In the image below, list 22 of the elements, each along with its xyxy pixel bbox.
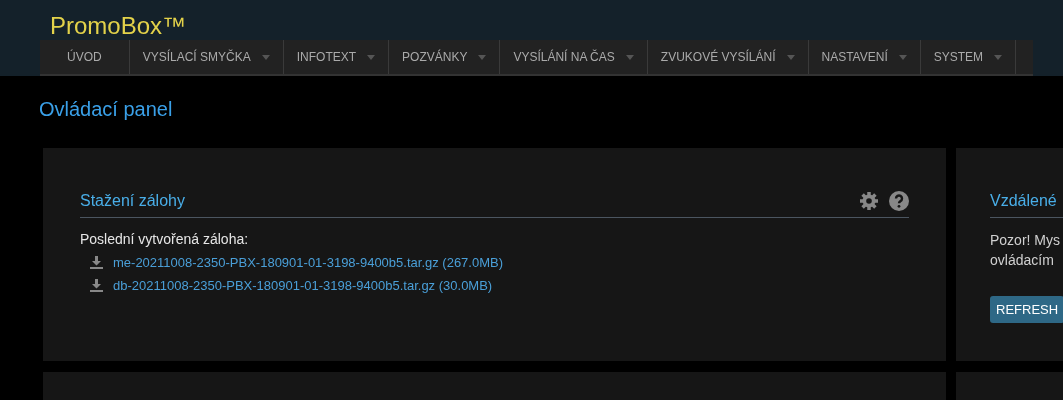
warning-text: Pozor! Mys bbox=[990, 231, 1060, 250]
nav-item[interactable]: VYSÍLACÍ SMYČKA bbox=[129, 40, 284, 74]
nav-item[interactable]: SYSTEM bbox=[920, 40, 1017, 74]
nav-item[interactable]: NASTAVENÍ bbox=[808, 40, 921, 74]
nav-item[interactable]: ÚVOD bbox=[40, 40, 130, 74]
download-icon bbox=[90, 279, 103, 292]
help-icon[interactable] bbox=[889, 190, 909, 211]
download-icon bbox=[90, 256, 103, 269]
card-title: Vzdálené bbox=[990, 191, 1058, 210]
nav-item[interactable]: VYSÍLÁNÍ NA ČAS bbox=[500, 40, 648, 74]
warning-text: ovládacím bbox=[990, 251, 1054, 270]
file-link[interactable]: me-20211008-2350-PBX-180901-01-3198-9400b5.tar.gz (267.0MB) bbox=[113, 255, 504, 270]
nav-item[interactable]: POZVÁNKY bbox=[389, 40, 501, 74]
backup-label: Poslední vytvořená záloha: bbox=[80, 231, 249, 247]
refresh-button[interactable]: REFRESH bbox=[990, 296, 1063, 323]
card-title: Stažení zálohy bbox=[80, 191, 186, 210]
nav-item[interactable]: ZVUKOVÉ VYSÍLÁNÍ bbox=[647, 40, 809, 74]
file-link[interactable]: db-20211008-2350-PBX-180901-01-3198-9400b5.tar.gz (30.0MB) bbox=[113, 278, 493, 293]
page-title: Ovládací panel bbox=[39, 98, 173, 121]
settings-icon[interactable] bbox=[859, 190, 879, 211]
app-title: PromoBox™ bbox=[50, 11, 187, 40]
nav-item[interactable]: INFOTEXT bbox=[283, 40, 390, 74]
